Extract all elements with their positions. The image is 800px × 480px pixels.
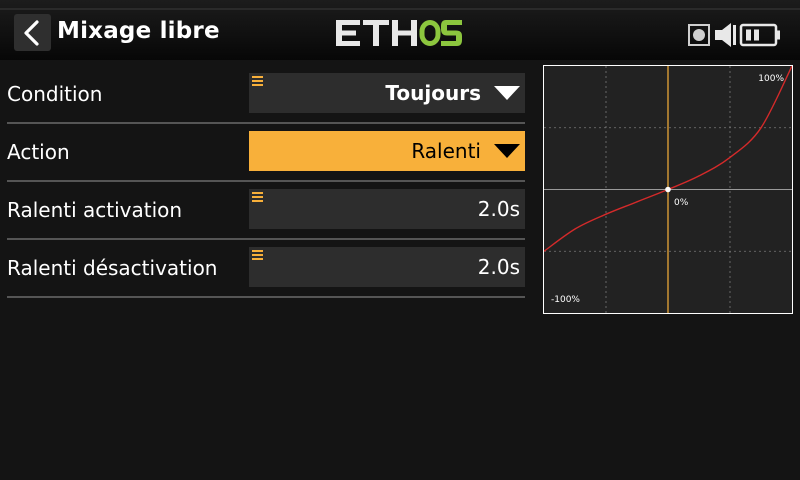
idle-deactivation-row: Ralenti désactivation 2.0s	[0, 239, 530, 298]
graph-mid-label: 0%	[674, 198, 689, 208]
battery-icon	[739, 23, 780, 47]
idle-activation-value: 2.0s	[477, 197, 520, 221]
page-title: Mixage libre	[57, 18, 220, 44]
curve-graph: 100% 0% -100%	[543, 65, 793, 314]
idle-activation-row: Ralenti activation 2.0s	[0, 181, 530, 240]
back-icon	[24, 20, 39, 46]
options-tag-icon	[252, 250, 263, 260]
idle-activation-label: Ralenti activation	[7, 198, 183, 222]
status-icons	[688, 22, 788, 48]
idle-activation-field[interactable]: 2.0s	[249, 189, 525, 229]
chevron-down-icon	[494, 86, 520, 100]
cursor-point	[665, 186, 671, 193]
idle-deactivation-value: 2.0s	[477, 255, 520, 279]
graph-max-label: 100%	[758, 74, 784, 84]
action-label: Action	[7, 140, 70, 164]
idle-deactivation-field[interactable]: 2.0s	[249, 247, 525, 287]
back-button[interactable]	[14, 14, 51, 51]
action-value: Ralenti	[411, 139, 481, 163]
condition-label: Condition	[7, 82, 103, 106]
options-tag-icon	[252, 192, 263, 202]
curve-plot	[544, 66, 792, 313]
graph-min-label: -100%	[551, 295, 580, 305]
chevron-down-icon	[494, 144, 520, 158]
ethos-logo	[336, 20, 462, 50]
options-tag-icon	[252, 76, 263, 86]
record-icon	[688, 24, 710, 46]
row-divider	[7, 296, 525, 298]
condition-dropdown[interactable]: Toujours	[249, 73, 525, 113]
idle-deactivation-label: Ralenti désactivation	[7, 256, 218, 280]
header-divider	[0, 8, 800, 10]
condition-row: Condition Toujours	[0, 65, 530, 124]
speaker-icon	[715, 23, 736, 47]
action-dropdown[interactable]: Ralenti	[249, 131, 525, 171]
condition-value: Toujours	[385, 81, 481, 105]
top-bar: Mixage libre	[0, 0, 800, 60]
action-row: Action Ralenti	[0, 123, 530, 182]
